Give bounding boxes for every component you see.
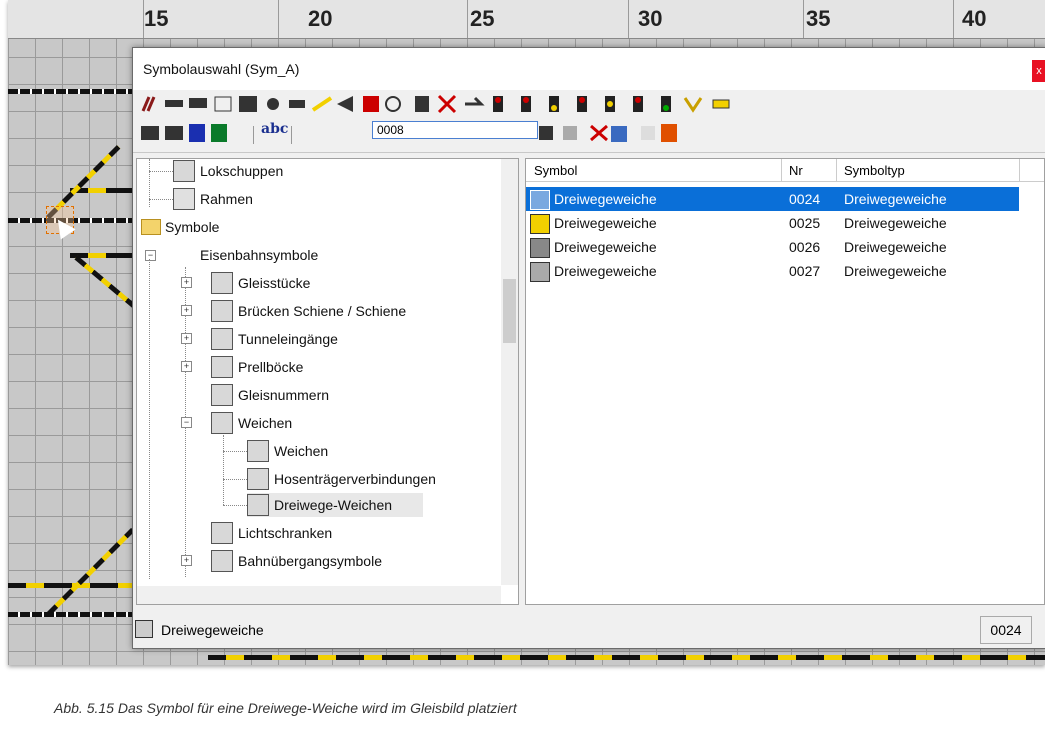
symbol-toolbar-icons[interactable] bbox=[133, 90, 853, 118]
level-crossing-icon bbox=[211, 550, 233, 572]
frame-icon bbox=[173, 188, 195, 210]
three-way-switch-icon bbox=[247, 494, 269, 516]
track-diagonal bbox=[74, 255, 139, 311]
tree-horizontal-scrollbar[interactable] bbox=[137, 586, 501, 604]
buffer-stop-icon bbox=[211, 356, 233, 378]
three-way-switch-icon bbox=[530, 214, 550, 234]
track-segment bbox=[8, 89, 132, 94]
collapse-toggle[interactable]: − bbox=[145, 250, 156, 261]
column-header-nr[interactable]: Nr bbox=[789, 163, 803, 178]
light-barrier-icon bbox=[211, 522, 233, 544]
list-row[interactable]: Dreiwegeweiche 0025 Dreiwegeweiche bbox=[526, 211, 1019, 235]
track-diagonal bbox=[46, 527, 135, 617]
symbol-selection-window[interactable]: Symbolauswahl (Sym_A) x abc 0008 Lokschu… bbox=[132, 47, 1045, 649]
switch-icon bbox=[211, 412, 233, 434]
expand-toggle[interactable]: + bbox=[181, 305, 192, 316]
tool-toolbar: abc bbox=[133, 118, 1045, 153]
three-way-switch-icon bbox=[530, 238, 550, 258]
list-header: Symbol Nr Symboltyp bbox=[526, 159, 1044, 182]
track-piece-icon bbox=[211, 272, 233, 294]
tool-icons[interactable] bbox=[133, 118, 261, 152]
symbol-list[interactable]: Symbol Nr Symboltyp Dreiwegeweiche 0024 … bbox=[525, 158, 1045, 605]
ruler-label: 20 bbox=[308, 6, 333, 31]
tree-scroll-thumb[interactable] bbox=[503, 279, 516, 343]
track-segment bbox=[8, 612, 132, 617]
text-tool-button[interactable]: abc bbox=[261, 121, 288, 137]
toolbar-symbol-icon bbox=[141, 94, 730, 114]
row-nr: 0026 bbox=[789, 239, 821, 255]
track-number-icon bbox=[211, 384, 233, 406]
three-way-switch-icon bbox=[530, 190, 550, 210]
expand-toggle[interactable]: + bbox=[181, 555, 192, 566]
column-header-type[interactable]: Symboltyp bbox=[844, 163, 905, 178]
row-symbol: Dreiwegeweiche bbox=[554, 239, 657, 255]
collapse-toggle[interactable]: − bbox=[181, 417, 192, 428]
ruler-label: 40 bbox=[962, 6, 987, 31]
track-segment bbox=[208, 655, 1045, 660]
row-type: Dreiwegeweiche bbox=[844, 239, 947, 255]
ruler-label: 30 bbox=[638, 6, 663, 31]
tunnel-icon bbox=[211, 328, 233, 350]
symbol-number-input[interactable] bbox=[372, 121, 538, 139]
row-nr: 0024 bbox=[789, 191, 821, 207]
window-titlebar[interactable]: Symbolauswahl (Sym_A) x bbox=[133, 48, 1045, 90]
row-symbol: Dreiwegeweiche bbox=[554, 215, 657, 231]
row-type: Dreiwegeweiche bbox=[844, 191, 947, 207]
list-row[interactable]: Dreiwegeweiche 0024 Dreiwegeweiche bbox=[526, 187, 1019, 211]
ruler-label: 15 bbox=[144, 6, 169, 31]
tree-vertical-scrollbar[interactable] bbox=[501, 159, 518, 585]
window-title: Symbolauswahl (Sym_A) bbox=[143, 61, 300, 77]
list-row[interactable]: Dreiwegeweiche 0026 Dreiwegeweiche bbox=[526, 235, 1019, 259]
symbol-tree[interactable]: Lokschuppen Rahmen Symbole − Eisenbahnsy… bbox=[136, 158, 519, 605]
ruler-label: 25 bbox=[470, 6, 495, 31]
bridge-icon bbox=[211, 300, 233, 322]
column-header-symbol[interactable]: Symbol bbox=[534, 163, 577, 178]
row-symbol: Dreiwegeweiche bbox=[554, 263, 657, 279]
locomotive-icon bbox=[173, 244, 193, 264]
three-way-switch-icon bbox=[135, 620, 153, 638]
row-symbol: Dreiwegeweiche bbox=[554, 191, 657, 207]
folder-icon bbox=[141, 219, 161, 235]
row-nr: 0027 bbox=[789, 263, 821, 279]
shed-icon bbox=[173, 160, 195, 182]
row-type: Dreiwegeweiche bbox=[844, 215, 947, 231]
figure-caption: Abb. 5.15 Das Symbol für eine Dreiwege-W… bbox=[54, 700, 517, 716]
row-nr: 0025 bbox=[789, 215, 821, 231]
tree-item-selected[interactable]: Dreiwege-Weichen bbox=[247, 493, 423, 517]
list-row[interactable]: Dreiwegeweiche 0027 Dreiwegeweiche bbox=[526, 259, 1019, 283]
close-button[interactable]: x bbox=[1032, 60, 1045, 82]
status-text: Dreiwegeweiche bbox=[161, 622, 264, 638]
symbol-toolbar bbox=[133, 90, 1045, 118]
column-ruler: 15 20 25 30 35 40 bbox=[8, 0, 1045, 39]
status-number: 0024 bbox=[980, 616, 1032, 644]
expand-toggle[interactable]: + bbox=[181, 333, 192, 344]
expand-toggle[interactable]: + bbox=[181, 361, 192, 372]
switch-icon bbox=[247, 440, 269, 462]
ruler-label: 35 bbox=[806, 6, 831, 31]
three-way-switch-icon bbox=[530, 262, 550, 282]
status-bar: Dreiwegeweiche 0024 bbox=[133, 610, 1045, 648]
row-type: Dreiwegeweiche bbox=[844, 263, 947, 279]
crossover-icon bbox=[247, 468, 269, 490]
expand-toggle[interactable]: + bbox=[181, 277, 192, 288]
filter-icons[interactable] bbox=[533, 118, 733, 152]
